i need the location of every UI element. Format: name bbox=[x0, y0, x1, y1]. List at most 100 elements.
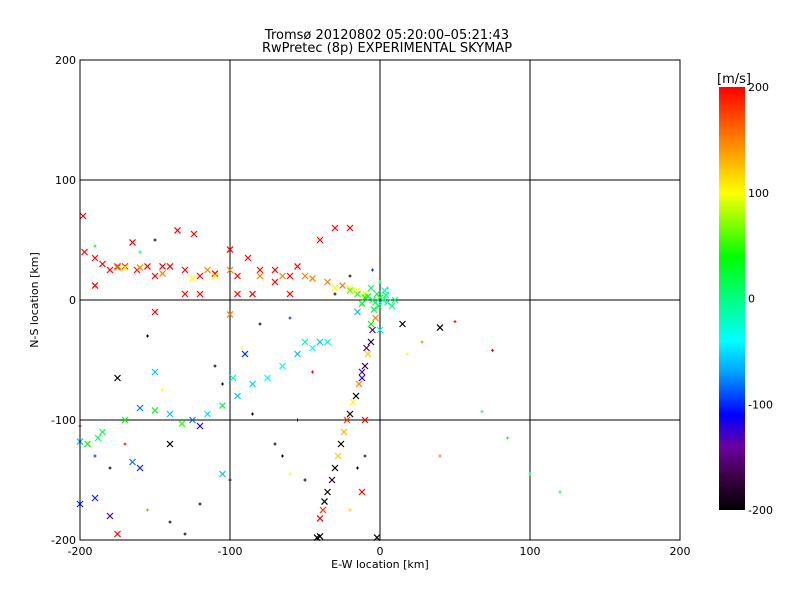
x-tick-label: -100 bbox=[218, 545, 243, 558]
data-point-cross bbox=[244, 254, 252, 262]
x-tick-label: 100 bbox=[520, 545, 541, 558]
data-point-cross bbox=[81, 248, 88, 256]
data-point-cross bbox=[241, 350, 249, 358]
data-point-cross bbox=[181, 290, 189, 298]
data-point-cross bbox=[367, 320, 375, 328]
data-point-cross bbox=[234, 272, 241, 280]
data-point-cross bbox=[264, 374, 271, 382]
data-point-dot bbox=[93, 454, 97, 458]
data-point-cross bbox=[324, 278, 331, 286]
colorbar-tick-label: -200 bbox=[748, 504, 773, 517]
data-point-dot bbox=[296, 418, 299, 422]
data-point-cross bbox=[324, 338, 331, 346]
data-point-cross bbox=[91, 282, 99, 290]
data-point-cross bbox=[316, 338, 324, 346]
data-point-cross bbox=[271, 278, 279, 286]
data-point-cross bbox=[178, 420, 186, 428]
data-point-cross bbox=[234, 290, 241, 298]
data-point-dot bbox=[123, 442, 127, 446]
data-point-dot bbox=[273, 442, 277, 446]
colorbar-tick-label: 0 bbox=[748, 293, 755, 306]
data-point-dot bbox=[281, 454, 284, 458]
data-point-cross bbox=[373, 290, 381, 298]
data-point-cross bbox=[372, 314, 379, 322]
y-tick-label: 0 bbox=[69, 294, 76, 307]
data-point-cross bbox=[151, 272, 159, 280]
data-point-dot bbox=[288, 316, 292, 320]
data-point-cross bbox=[121, 262, 129, 270]
data-point-dot bbox=[348, 274, 352, 278]
data-point-cross bbox=[204, 410, 211, 418]
data-point-cross bbox=[151, 308, 159, 316]
data-point-dot bbox=[348, 508, 352, 512]
data-point-cross bbox=[151, 406, 159, 414]
y-axis-label: N-S location [km] bbox=[28, 252, 41, 348]
data-point-cross bbox=[340, 428, 348, 436]
data-point-cross bbox=[94, 434, 102, 442]
data-point-cross bbox=[364, 350, 372, 358]
data-point-cross bbox=[136, 264, 144, 272]
data-points bbox=[76, 212, 562, 542]
data-point-cross bbox=[316, 514, 324, 522]
data-point-cross bbox=[319, 506, 327, 514]
data-point-cross bbox=[355, 380, 363, 388]
data-point-dot bbox=[161, 388, 164, 392]
data-point-dot bbox=[303, 478, 307, 482]
data-point-dot bbox=[213, 364, 217, 368]
data-point-cross bbox=[358, 374, 366, 382]
data-point-cross bbox=[136, 464, 144, 472]
data-point-cross bbox=[151, 368, 159, 376]
data-point-cross bbox=[369, 326, 376, 334]
data-point-dot bbox=[491, 348, 494, 352]
y-tick-label: 200 bbox=[55, 54, 76, 67]
data-point-cross bbox=[84, 440, 91, 448]
data-point-cross bbox=[309, 274, 316, 282]
data-point-cross bbox=[358, 488, 366, 496]
colorbar bbox=[719, 87, 745, 510]
data-point-cross bbox=[363, 344, 370, 352]
data-point-dot bbox=[311, 370, 314, 374]
data-point-cross bbox=[144, 262, 151, 270]
data-point-cross bbox=[174, 226, 181, 234]
y-tick-label: 100 bbox=[55, 174, 76, 187]
data-point-cross bbox=[294, 262, 301, 270]
data-point-dot bbox=[108, 466, 112, 470]
skymap-chart: Tromsø 20120802 05:20:00–05:21:43 RwPret… bbox=[28, 28, 773, 571]
data-point-cross bbox=[346, 224, 354, 232]
data-point-cross bbox=[166, 410, 174, 418]
data-point-cross bbox=[331, 464, 339, 472]
data-point-dot bbox=[356, 466, 359, 470]
data-point-cross bbox=[99, 428, 106, 436]
data-point-dot bbox=[480, 410, 484, 414]
data-point-dot bbox=[228, 478, 232, 482]
data-point-cross bbox=[190, 230, 198, 238]
x-tick-label: 0 bbox=[377, 545, 384, 558]
data-point-cross bbox=[91, 494, 99, 502]
data-point-cross bbox=[388, 302, 396, 310]
data-point-cross bbox=[159, 270, 166, 278]
data-point-cross bbox=[106, 266, 114, 274]
data-point-cross bbox=[361, 362, 369, 370]
data-point-cross bbox=[229, 374, 237, 382]
data-point-dot bbox=[405, 352, 409, 356]
data-point-cross bbox=[196, 272, 204, 280]
data-point-cross bbox=[219, 402, 226, 410]
data-point-cross bbox=[352, 392, 360, 400]
data-point-cross bbox=[358, 368, 366, 376]
data-point-dot bbox=[288, 472, 292, 476]
data-point-cross bbox=[91, 254, 99, 262]
data-point-cross bbox=[79, 212, 87, 220]
data-point-cross bbox=[354, 290, 361, 298]
data-point-cross bbox=[370, 306, 378, 314]
data-point-cross bbox=[346, 410, 354, 418]
colorbar-tick-labels: -200 -100 0 100 200 bbox=[748, 81, 773, 517]
data-point-cross bbox=[367, 284, 375, 292]
data-point-cross bbox=[136, 404, 144, 412]
data-point-dot bbox=[528, 472, 532, 476]
data-point-dot bbox=[146, 334, 149, 338]
colorbar-tick-label: 100 bbox=[748, 187, 769, 200]
data-point-cross bbox=[106, 512, 114, 520]
data-point-dot bbox=[251, 412, 254, 416]
data-point-cross bbox=[337, 440, 345, 448]
data-point-cross bbox=[279, 272, 286, 280]
